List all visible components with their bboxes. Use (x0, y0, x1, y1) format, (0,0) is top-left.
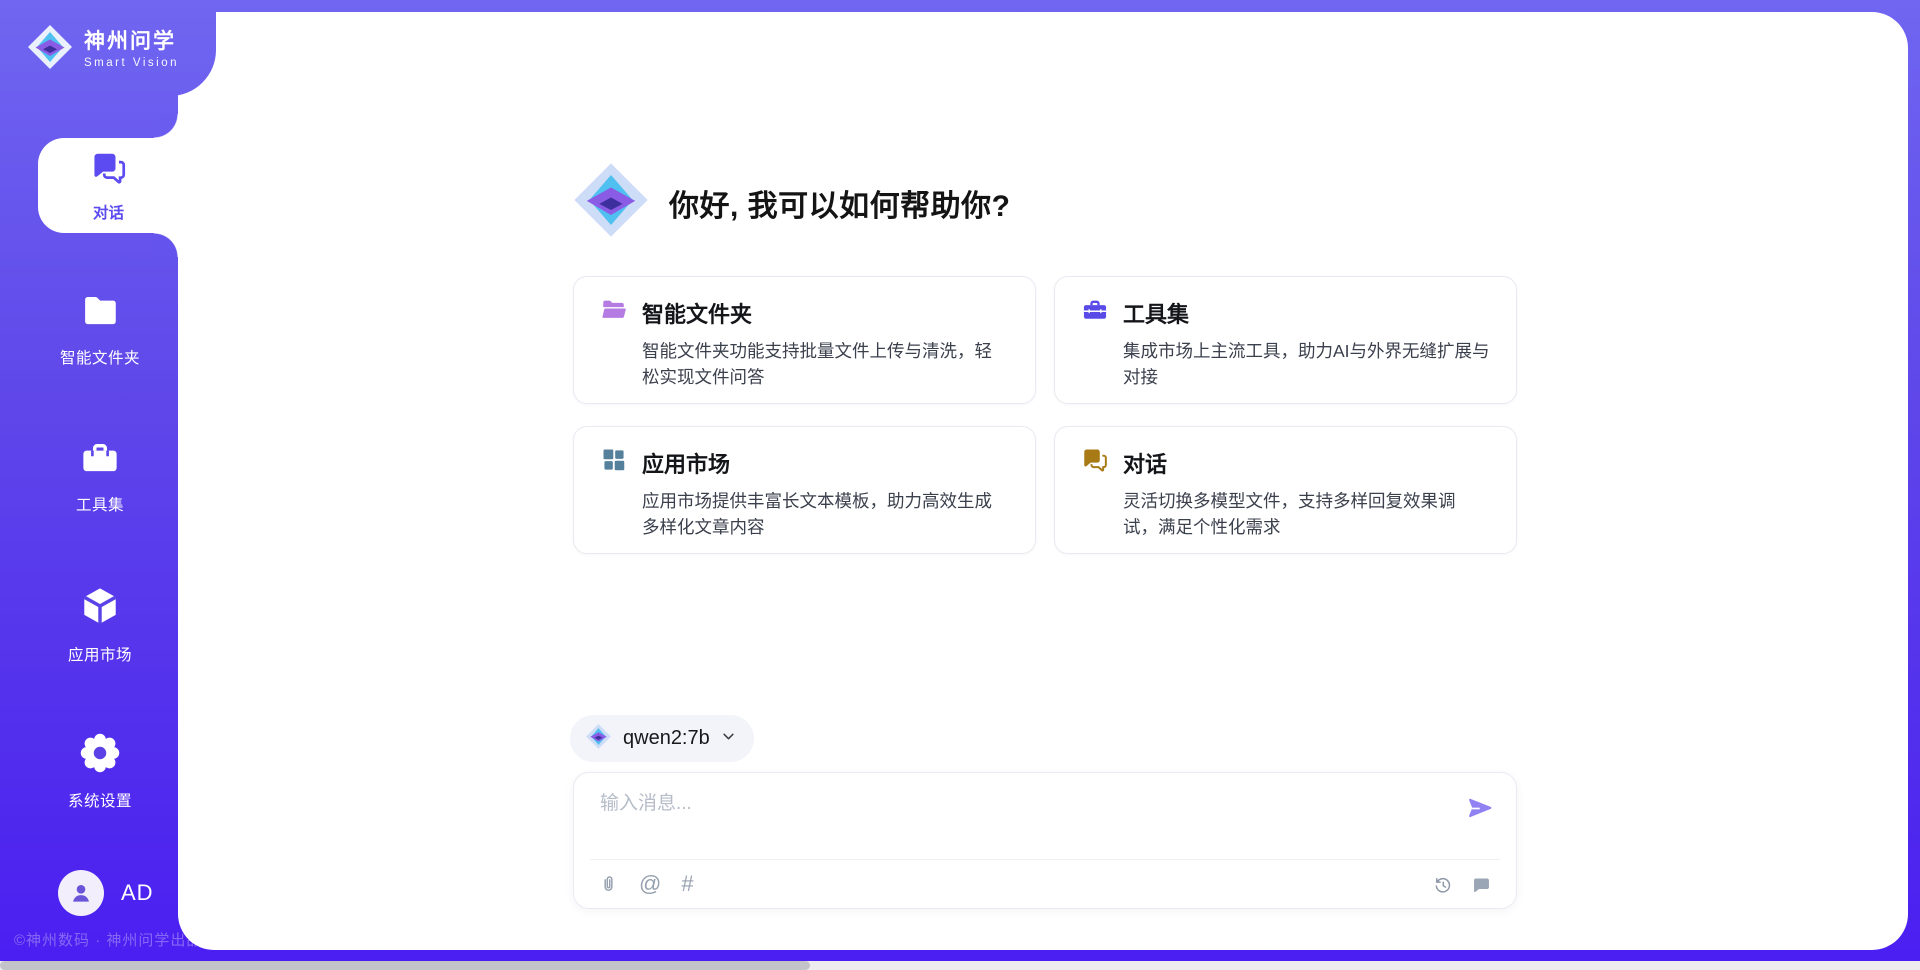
composer-tools: @ # (598, 870, 694, 898)
main-panel: 你好, 我可以如何帮助你? 智能文件夹 智能文件夹功能支持批量文件上传与清洗，轻… (178, 12, 1908, 950)
card-smart-folder[interactable]: 智能文件夹 智能文件夹功能支持批量文件上传与清洗，轻松实现文件问答 (573, 276, 1036, 404)
composer-divider (590, 859, 1500, 860)
greeting-title: 你好, 我可以如何帮助你? (669, 181, 1011, 225)
app-logo-icon (571, 158, 651, 247)
model-name: qwen2:7b (623, 727, 710, 750)
brand-logo-icon (26, 22, 74, 77)
sidebar-item-app-market[interactable]: 应用市场 (0, 583, 200, 665)
copyright-text: ©神州数码 · 神州问学出品 (14, 929, 202, 950)
horizontal-scrollbar (0, 961, 1920, 970)
user-menu[interactable]: AD (58, 870, 154, 916)
sidebar-item-label: 应用市场 (68, 643, 132, 665)
sidebar-item-chat[interactable]: 对话 (38, 138, 179, 233)
card-title: 工具集 (1123, 297, 1189, 329)
chevron-down-icon (721, 729, 736, 749)
app-subtitle: Smart Vision (84, 57, 179, 70)
composer-actions (1432, 872, 1492, 898)
chat-bubble-icon[interactable] (1471, 875, 1492, 896)
gear-icon (78, 731, 122, 780)
sidebar-item-label: 智能文件夹 (60, 346, 140, 368)
card-description: 灵活切换多模型文件，支持多样回复效果调试，满足个性化需求 (1123, 488, 1490, 541)
grid-icon (600, 446, 628, 479)
tab-fillet-top (154, 114, 178, 138)
sidebar-header: 神州问学 Smart Vision (0, 0, 216, 96)
app-window: 你好, 我可以如何帮助你? 智能文件夹 智能文件夹功能支持批量文件上传与清洗，轻… (0, 0, 1920, 970)
message-input[interactable] (598, 786, 1442, 850)
app-name: 神州问学 (84, 30, 179, 53)
mention-icon[interactable]: @ (639, 873, 661, 895)
sidebar-item-settings[interactable]: 系统设置 (0, 731, 200, 811)
user-avatar-icon (58, 870, 104, 916)
sidebar-item-label: 对话 (93, 201, 124, 223)
card-title: 对话 (1123, 447, 1167, 479)
card-app-market[interactable]: 应用市场 应用市场提供丰富长文本模板，助力高效生成多样化文章内容 (573, 426, 1036, 554)
folder-icon (79, 290, 121, 337)
chat-icon (1081, 446, 1109, 479)
card-description: 应用市场提供丰富长文本模板，助力高效生成多样化文章内容 (642, 488, 1009, 541)
tab-fillet-bottom (154, 233, 178, 257)
card-title: 应用市场 (642, 447, 730, 479)
paperclip-icon[interactable] (598, 873, 619, 895)
history-icon[interactable] (1432, 874, 1454, 896)
sidebar-item-label: 工具集 (76, 493, 124, 515)
message-composer: @ # (573, 772, 1517, 909)
cube-icon (77, 583, 123, 634)
chat-icon (90, 149, 128, 192)
toolbox-icon (1081, 296, 1109, 329)
sidebar-item-toolset[interactable]: 工具集 (0, 437, 200, 515)
model-logo-icon (585, 723, 612, 755)
sidebar-item-label: 系统设置 (68, 789, 132, 811)
feature-cards: 智能文件夹 智能文件夹功能支持批量文件上传与清洗，轻松实现文件问答 工具集 (573, 276, 1517, 554)
scrollbar-thumb[interactable] (0, 961, 810, 970)
model-selector[interactable]: qwen2:7b (570, 715, 754, 762)
card-description: 集成市场上主流工具，助力AI与外界无缝扩展与对接 (1123, 338, 1490, 391)
sidebar-item-smart-folder[interactable]: 智能文件夹 (0, 290, 200, 368)
send-icon[interactable] (1467, 795, 1494, 822)
toolbox-icon (79, 437, 121, 484)
user-initials: AD (121, 880, 154, 906)
card-description: 智能文件夹功能支持批量文件上传与清洗，轻松实现文件问答 (642, 338, 1009, 391)
card-toolset[interactable]: 工具集 集成市场上主流工具，助力AI与外界无缝扩展与对接 (1054, 276, 1517, 404)
card-chat[interactable]: 对话 灵活切换多模型文件，支持多样回复效果调试，满足个性化需求 (1054, 426, 1517, 554)
folder-open-icon (600, 296, 628, 329)
card-title: 智能文件夹 (642, 297, 752, 329)
greeting-hero: 你好, 我可以如何帮助你? (571, 158, 1011, 247)
hash-icon[interactable]: # (681, 873, 693, 895)
